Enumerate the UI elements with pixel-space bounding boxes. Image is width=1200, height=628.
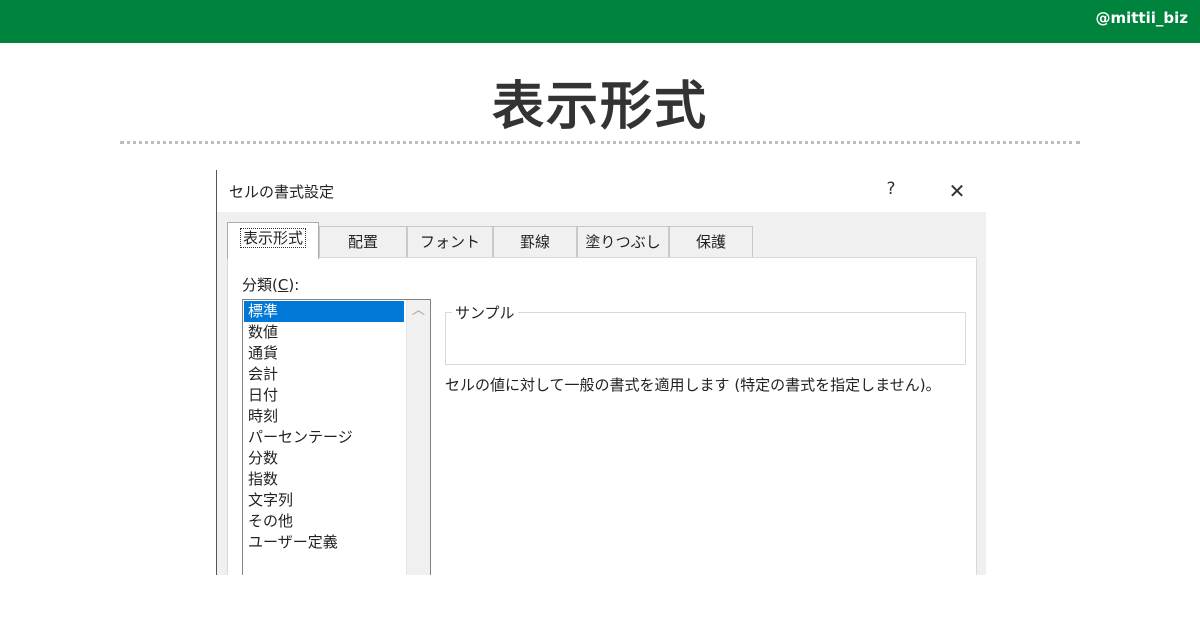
tab-border[interactable]: 罫線 bbox=[493, 226, 577, 258]
page-title: 表示形式 bbox=[491, 77, 708, 137]
category-listbox[interactable]: 標準 数値 通貨 会計 日付 時刻 パーセンテージ 分数 指数 文字列 その他 … bbox=[242, 299, 431, 575]
category-item-special[interactable]: その他 bbox=[244, 511, 404, 532]
dialog-title: セルの書式設定 bbox=[229, 183, 335, 201]
tab-label: 表示形式 bbox=[239, 228, 306, 248]
tab-protection[interactable]: 保護 bbox=[669, 226, 753, 258]
sample-label: サンプル bbox=[452, 302, 518, 323]
category-item-percentage[interactable]: パーセンテージ bbox=[244, 427, 404, 448]
divider bbox=[120, 141, 1080, 144]
category-item-accounting[interactable]: 会計 bbox=[244, 364, 404, 385]
category-item-scientific[interactable]: 指数 bbox=[244, 469, 404, 490]
category-item-custom[interactable]: ユーザー定義 bbox=[244, 532, 404, 553]
tab-fill[interactable]: 塗りつぶし bbox=[577, 226, 669, 258]
tab-font[interactable]: フォント bbox=[407, 226, 493, 258]
category-item-date[interactable]: 日付 bbox=[244, 385, 404, 406]
format-cells-dialog: セルの書式設定 ? ✕ 表示形式 配置 フォント 罫線 塗りつぶし 保護 分類(… bbox=[216, 170, 986, 575]
number-format-panel: 分類(C): 標準 数値 通貨 会計 日付 時刻 パーセンテージ 分数 指数 文… bbox=[227, 257, 977, 575]
scroll-up-icon[interactable]: ︿ bbox=[407, 300, 430, 322]
listbox-scrollbar[interactable]: ︿ bbox=[406, 300, 430, 575]
category-item-number[interactable]: 数値 bbox=[244, 322, 404, 343]
category-item-general[interactable]: 標準 bbox=[244, 301, 404, 322]
format-description: セルの値に対して一般の書式を適用します (特定の書式を指定しません)。 bbox=[445, 376, 941, 394]
tab-number-format[interactable]: 表示形式 bbox=[227, 222, 319, 259]
top-banner: @mittii_biz bbox=[0, 0, 1200, 43]
category-label: 分類(C): bbox=[242, 276, 300, 294]
category-item-currency[interactable]: 通貨 bbox=[244, 343, 404, 364]
help-button[interactable]: ? bbox=[881, 179, 901, 203]
dialog-titlebar: セルの書式設定 ? ✕ bbox=[217, 170, 986, 212]
category-item-fraction[interactable]: 分数 bbox=[244, 448, 404, 469]
close-button[interactable]: ✕ bbox=[945, 179, 969, 203]
category-item-text[interactable]: 文字列 bbox=[244, 490, 404, 511]
sample-group: サンプル bbox=[445, 302, 966, 365]
dialog-body: 表示形式 配置 フォント 罫線 塗りつぶし 保護 分類(C): 標準 数値 通貨… bbox=[217, 212, 986, 575]
tab-alignment[interactable]: 配置 bbox=[319, 226, 407, 258]
category-item-time[interactable]: 時刻 bbox=[244, 406, 404, 427]
author-handle: @mittii_biz bbox=[1095, 9, 1188, 27]
